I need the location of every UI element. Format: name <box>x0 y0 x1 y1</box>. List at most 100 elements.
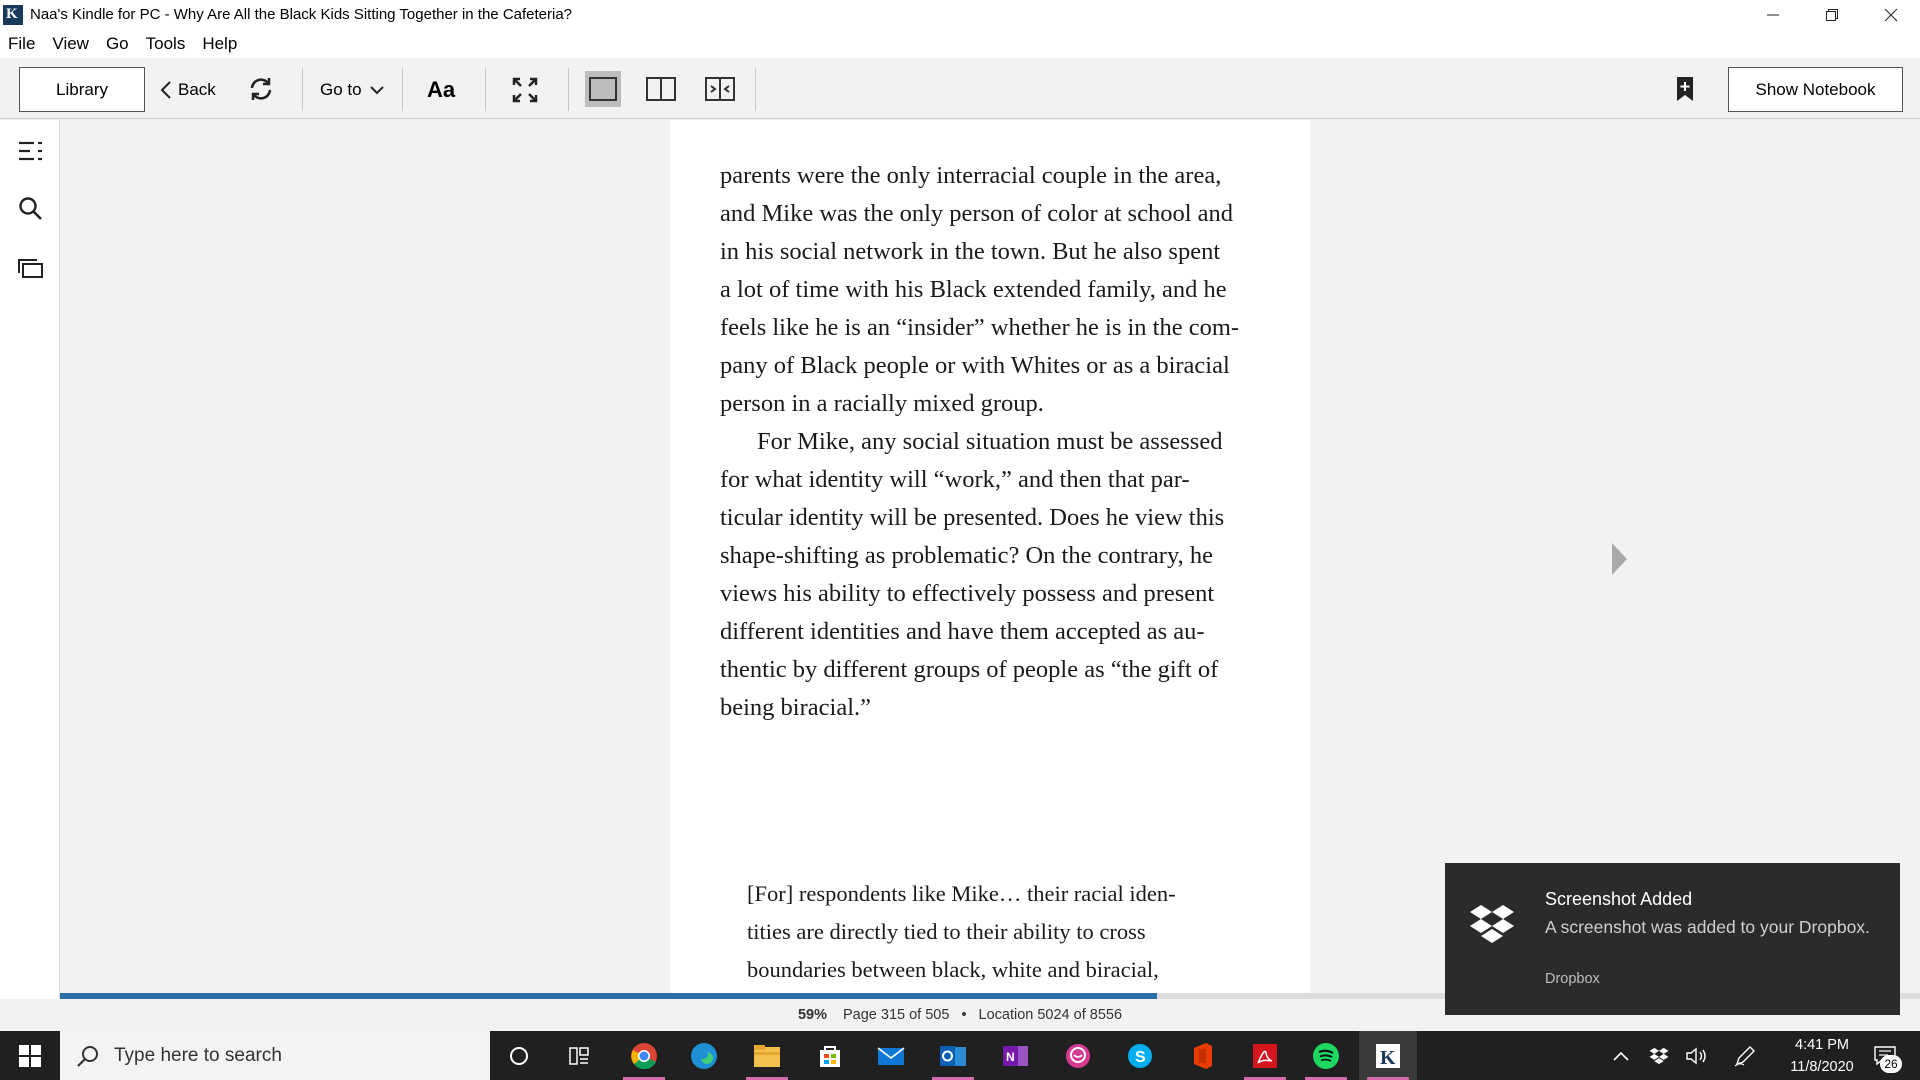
book-page[interactable]: parents were the only interracial couple… <box>670 120 1310 993</box>
book-text-line: pany of Black people or with Whites or a… <box>720 352 1230 379</box>
sync-button[interactable] <box>248 75 274 103</box>
two-page-view-button[interactable] <box>643 71 679 107</box>
taskbar-acrobat-button[interactable] <box>1236 1031 1294 1080</box>
chrome-icon <box>630 1042 658 1070</box>
whatsapp-icon <box>1065 1043 1091 1069</box>
search-icon <box>77 1045 98 1067</box>
menu-file[interactable]: File <box>8 34 35 54</box>
taskbar-outlook-button[interactable] <box>924 1031 982 1080</box>
taskbar-file-explorer-button[interactable] <box>738 1031 796 1080</box>
taskbar-cortana-button[interactable] <box>490 1031 548 1080</box>
taskbar-kindle-button[interactable]: K <box>1359 1031 1417 1080</box>
menu-tools[interactable]: Tools <box>146 34 186 54</box>
skype-icon: S <box>1127 1043 1153 1069</box>
font-settings-button[interactable]: Aa <box>427 67 455 112</box>
tray-dropbox-button[interactable] <box>1644 1031 1674 1080</box>
taskbar-chrome-button[interactable] <box>615 1031 673 1080</box>
clock-time: 4:41 PM <box>1795 1037 1849 1053</box>
taskbar-onenote-button[interactable]: N <box>987 1031 1045 1080</box>
mail-icon <box>877 1046 905 1066</box>
minimize-icon <box>1766 14 1779 15</box>
kindle-app-icon <box>3 4 23 25</box>
chevron-left-icon <box>160 80 171 99</box>
maximize-button[interactable] <box>1802 0 1861 29</box>
close-button[interactable] <box>1861 0 1920 29</box>
taskbar-whatsapp-button[interactable] <box>1049 1031 1107 1080</box>
outlook-icon <box>939 1043 967 1069</box>
taskbar-spotify-button[interactable] <box>1297 1031 1355 1080</box>
book-text-line: For Mike, any social situation must be a… <box>757 428 1223 455</box>
progress-percent: 59% <box>797 1007 827 1023</box>
location-indicator: Location 5024 of 8556 <box>978 1007 1123 1023</box>
spotify-icon <box>1312 1042 1340 1070</box>
restore-icon <box>1825 8 1838 21</box>
edge-icon <box>690 1042 718 1070</box>
taskbar-edge-button[interactable] <box>675 1031 733 1080</box>
close-icon <box>1884 8 1897 21</box>
file-explorer-icon <box>753 1044 781 1068</box>
store-icon <box>817 1043 843 1069</box>
flashcards-button[interactable] <box>18 256 44 282</box>
minimize-button[interactable] <box>1743 0 1802 29</box>
goto-dropdown[interactable]: Go to <box>320 67 384 112</box>
toolbar-divider <box>568 68 569 111</box>
start-button[interactable] <box>0 1031 60 1080</box>
task-view-icon <box>568 1045 590 1067</box>
quote-text-line: boundaries between black, white and bira… <box>747 957 1159 982</box>
windows-taskbar: Type here to search N S K 4:41 PM 11/8/202… <box>0 1031 1920 1080</box>
taskbar-skype-button[interactable]: S <box>1111 1031 1169 1080</box>
book-text-line: a lot of time with his Black extended fa… <box>720 276 1227 303</box>
pen-workspace-button[interactable] <box>1730 1031 1760 1080</box>
status-separator: • <box>961 1007 967 1023</box>
taskbar-store-button[interactable] <box>801 1031 859 1080</box>
book-text-line: views his ability to effectively possess… <box>720 580 1215 607</box>
search-button[interactable] <box>18 196 44 222</box>
table-of-contents-button[interactable] <box>18 138 44 164</box>
taskbar-task-view-button[interactable] <box>550 1031 608 1080</box>
menu-view[interactable]: View <box>52 34 89 54</box>
next-page-arrow-icon[interactable] <box>1612 543 1627 575</box>
library-button[interactable]: Library <box>19 67 145 112</box>
quote-text-line: [For] respondents like Mike… their racia… <box>747 881 1176 906</box>
svg-text:S: S <box>1135 1049 1146 1066</box>
volume-button[interactable] <box>1682 1031 1712 1080</box>
windows-logo-icon <box>19 1044 41 1067</box>
single-page-view-button[interactable] <box>585 71 621 107</box>
taskbar-search-box[interactable]: Type here to search <box>60 1031 490 1080</box>
kindle-icon: K <box>1374 1042 1402 1070</box>
page-flip-icon <box>705 77 735 101</box>
menu-go[interactable]: Go <box>106 34 129 54</box>
two-page-icon <box>646 77 676 101</box>
toolbar-divider <box>302 68 303 111</box>
toolbar-divider <box>755 68 756 111</box>
taskbar-clock[interactable]: 4:41 PM 11/8/2020 <box>1762 1034 1882 1078</box>
book-text-line: being biracial.” <box>720 694 872 721</box>
menu-help[interactable]: Help <box>202 34 237 54</box>
book-text-line: shape-shifting as problematic? On the co… <box>720 542 1214 569</box>
title-bar: Naa's Kindle for PC - Why Are All the Bl… <box>0 0 1920 29</box>
taskbar-office-button[interactable] <box>1174 1031 1232 1080</box>
show-hidden-icons-button[interactable] <box>1606 1031 1636 1080</box>
bookmark-add-icon <box>1677 77 1693 101</box>
bookmark-button[interactable] <box>1676 76 1700 104</box>
page-flip-view-button[interactable] <box>702 71 738 107</box>
cortana-icon <box>508 1045 530 1067</box>
book-text-line: and Mike was the only person of color at… <box>720 200 1234 227</box>
book-text-line: in his social network in the town. But h… <box>720 238 1221 265</box>
toolbar-divider <box>402 68 403 111</box>
book-text-line: for what identity will “work,” and then … <box>720 466 1190 493</box>
taskbar-mail-button[interactable] <box>862 1031 920 1080</box>
menu-bar: File View Go Tools Help <box>0 29 1920 58</box>
onenote-icon: N <box>1002 1043 1030 1069</box>
toolbar: Library Back Go to Aa Show Notebook <box>0 58 1920 119</box>
toast-title: Screenshot Added <box>1545 889 1693 909</box>
pen-icon <box>1734 1045 1755 1066</box>
fullscreen-button[interactable] <box>512 77 538 103</box>
clock-date: 11/8/2020 <box>1790 1059 1854 1075</box>
search-icon <box>19 197 42 220</box>
back-button[interactable]: Back <box>160 67 216 112</box>
dropbox-icon <box>1649 1047 1669 1064</box>
show-notebook-button[interactable]: Show Notebook <box>1728 67 1903 112</box>
toast-source: Dropbox <box>1545 971 1600 987</box>
dropbox-notification-toast[interactable]: Screenshot Added A screenshot was added … <box>1445 863 1900 1015</box>
